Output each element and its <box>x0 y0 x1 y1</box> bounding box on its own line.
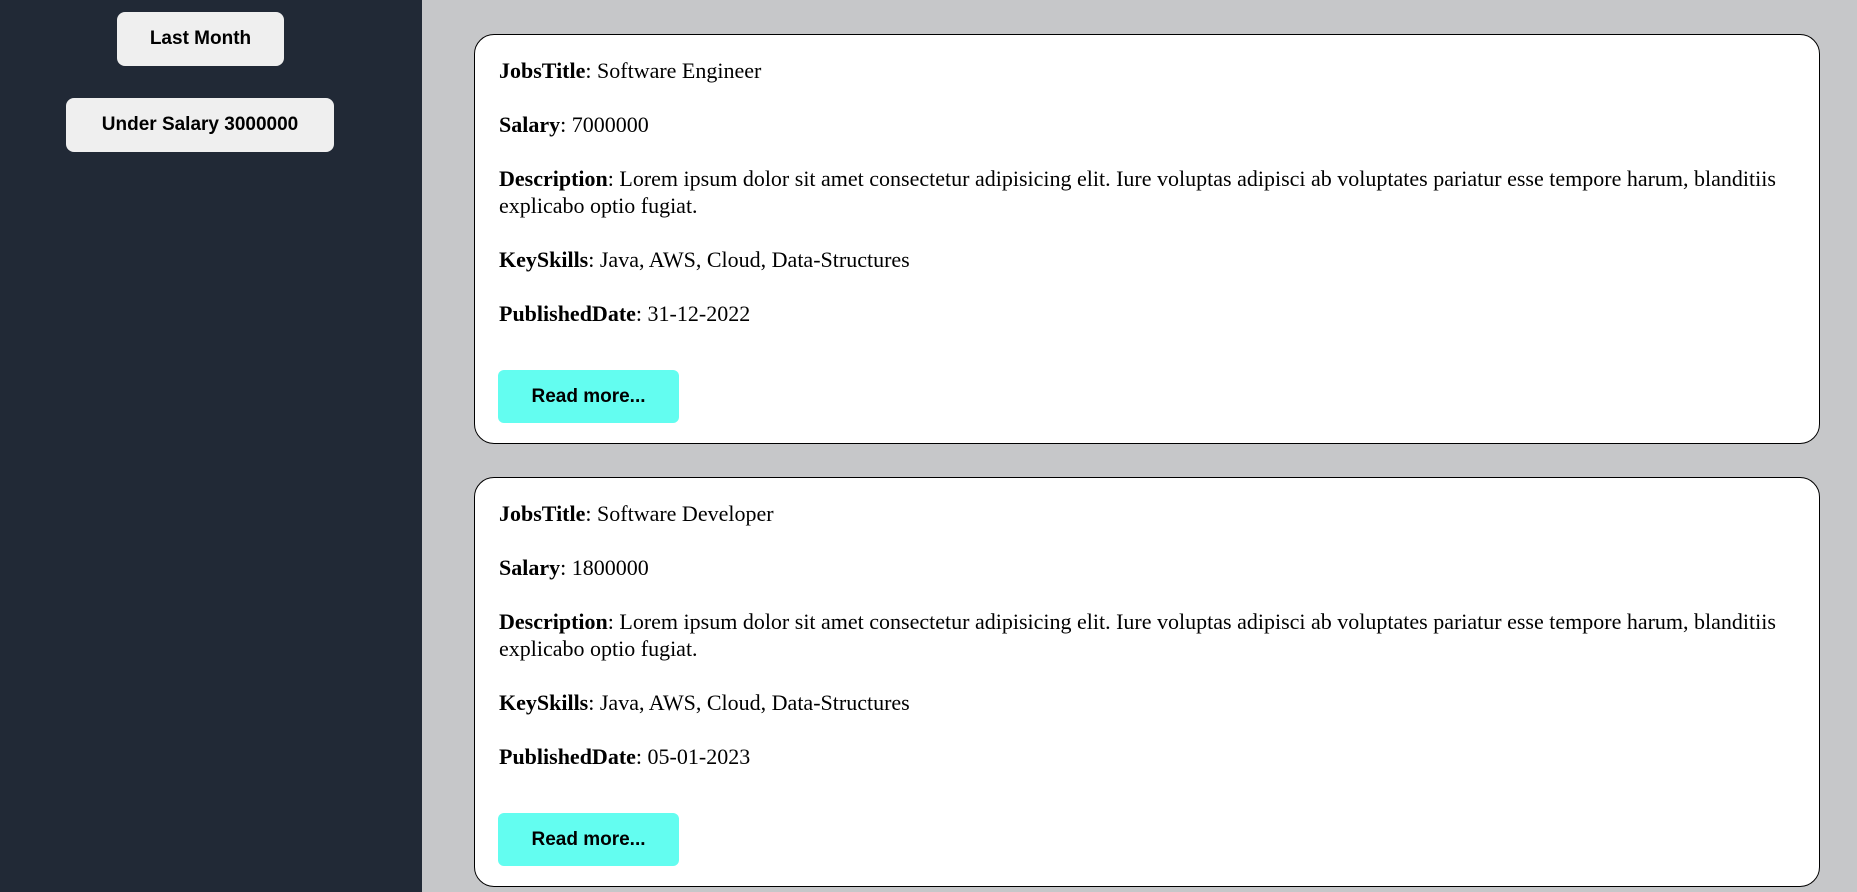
published-date-field: PublishedDate: 05-01-2023 <box>499 743 1797 770</box>
separator: : <box>560 555 572 580</box>
published-date-label: PublishedDate <box>499 744 636 769</box>
separator: : <box>585 501 598 526</box>
job-title-value: Software Engineer <box>597 58 762 83</box>
published-date-value: 31-12-2022 <box>647 301 751 326</box>
description-label: Description <box>499 166 608 191</box>
key-skills-label: KeySkills <box>499 690 589 715</box>
separator: : <box>560 112 572 137</box>
separator: : <box>588 690 600 715</box>
description-value: Lorem ipsum dolor sit amet consectetur a… <box>499 609 1776 661</box>
under-salary-filter-button[interactable]: Under Salary 3000000 <box>66 98 334 152</box>
job-card: JobsTitle: Software Engineer Salary: 700… <box>474 34 1820 444</box>
key-skills-field: KeySkills: Java, AWS, Cloud, Data-Struct… <box>499 689 1797 716</box>
key-skills-field: KeySkills: Java, AWS, Cloud, Data-Struct… <box>499 246 1797 273</box>
description-field: Description: Lorem ipsum dolor sit amet … <box>499 608 1797 662</box>
published-date-value: 05-01-2023 <box>647 744 751 769</box>
key-skills-label: KeySkills <box>499 247 589 272</box>
job-card: JobsTitle: Software Developer Salary: 18… <box>474 477 1820 887</box>
sidebar: Last Month Under Salary 3000000 <box>0 0 422 892</box>
separator: : <box>585 58 598 83</box>
job-title-value: Software Developer <box>597 501 774 526</box>
description-label: Description <box>499 609 608 634</box>
last-month-filter-button[interactable]: Last Month <box>117 12 284 66</box>
read-more-button[interactable]: Read more... <box>498 813 679 866</box>
salary-field: Salary: 1800000 <box>499 554 1797 581</box>
published-date-label: PublishedDate <box>499 301 636 326</box>
job-title-field: JobsTitle: Software Developer <box>499 500 1797 527</box>
salary-label: Salary <box>499 555 561 580</box>
published-date-field: PublishedDate: 31-12-2022 <box>499 300 1797 327</box>
separator: : <box>607 166 620 191</box>
job-title-field: JobsTitle: Software Engineer <box>499 57 1797 84</box>
description-field: Description: Lorem ipsum dolor sit amet … <box>499 165 1797 219</box>
job-list: JobsTitle: Software Engineer Salary: 700… <box>422 0 1857 892</box>
separator: : <box>635 744 648 769</box>
app: Last Month Under Salary 3000000 JobsTitl… <box>0 0 1857 892</box>
key-skills-value: Java, AWS, Cloud, Data-Structures <box>599 690 910 715</box>
job-title-label: JobsTitle <box>499 58 586 83</box>
separator: : <box>635 301 648 326</box>
separator: : <box>607 609 620 634</box>
separator: : <box>588 247 600 272</box>
key-skills-value: Java, AWS, Cloud, Data-Structures <box>599 247 910 272</box>
description-value: Lorem ipsum dolor sit amet consectetur a… <box>499 166 1776 218</box>
read-more-button[interactable]: Read more... <box>498 370 679 423</box>
salary-value: 1800000 <box>571 555 649 580</box>
job-title-label: JobsTitle <box>499 501 586 526</box>
salary-field: Salary: 7000000 <box>499 111 1797 138</box>
salary-value: 7000000 <box>571 112 649 137</box>
salary-label: Salary <box>499 112 561 137</box>
